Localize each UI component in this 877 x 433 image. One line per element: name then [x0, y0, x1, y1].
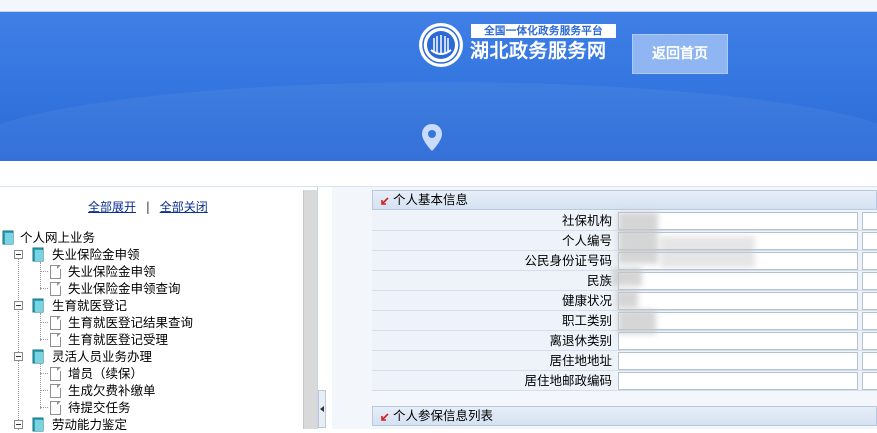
field-label: 个人编号 — [561, 233, 612, 248]
field-side-box — [862, 312, 877, 330]
collapse-toggle-icon[interactable] — [14, 420, 23, 429]
map-pin-icon — [422, 124, 442, 151]
tree-root-label: 个人网上业务 — [20, 230, 96, 245]
document-icon — [50, 367, 61, 381]
tree-item-label: 生成欠费补缴单 — [68, 383, 156, 398]
tree-item-label: 增员（续保） — [68, 366, 144, 381]
redaction-blur — [618, 310, 656, 334]
tree-group-unemployment[interactable]: 失业保险金申领 — [0, 246, 160, 263]
tree-item[interactable]: 生育就医登记受理 — [0, 331, 220, 348]
document-icon — [50, 316, 61, 330]
redaction-blur — [612, 268, 642, 286]
emblem-logo-icon — [419, 23, 463, 67]
field-side-box — [862, 272, 877, 290]
collapse-toggle-icon[interactable] — [14, 301, 23, 310]
field-side-box — [862, 292, 877, 310]
section-header-basic-info: 个人基本信息 — [372, 190, 877, 210]
field-label: 公民身份证号码 — [524, 253, 612, 268]
tree-item-label: 生育就医登记受理 — [68, 332, 169, 347]
document-icon — [50, 282, 61, 296]
tree-item[interactable]: 增员（续保） — [0, 365, 200, 382]
field-label: 社保机构 — [561, 213, 612, 228]
collapse-toggle-icon[interactable] — [14, 250, 23, 259]
field-label: 居住地邮政编码 — [524, 373, 612, 388]
tree-group-flexible-workers[interactable]: 灵活人员业务办理 — [0, 348, 180, 365]
folder-book-icon — [32, 247, 44, 262]
field-value-box[interactable] — [618, 292, 858, 310]
field-side-box — [862, 332, 877, 350]
sidebar-collapse-button[interactable] — [318, 390, 326, 428]
section-title: 个人参保信息列表 — [393, 408, 494, 423]
tree-item-label: 失业保险金申领查询 — [68, 281, 181, 296]
top-strip — [0, 0, 877, 12]
tree-root[interactable]: 个人网上业务 — [0, 229, 140, 246]
tree-group-label: 生育就医登记 — [52, 298, 128, 313]
tree-item[interactable]: 失业保险金申领 — [0, 263, 200, 280]
tree-item[interactable]: 生育就医登记结果查询 — [0, 314, 220, 331]
field-side-box — [862, 212, 877, 230]
folder-book-icon — [2, 230, 14, 245]
folder-book-icon — [32, 349, 44, 364]
tree-group-label: 灵活人员业务办理 — [52, 349, 153, 364]
field-label: 离退休类别 — [549, 333, 612, 348]
red-arrow-icon — [381, 413, 389, 421]
section-title: 个人基本信息 — [393, 192, 469, 207]
section-header-insured-list: 个人参保信息列表 — [372, 406, 877, 426]
tree-item[interactable]: 生成欠费补缴单 — [0, 382, 200, 399]
field-label: 民族 — [586, 273, 612, 288]
collapse-toggle-icon[interactable] — [14, 352, 23, 361]
expand-all-link[interactable]: 全部展开 — [88, 200, 136, 214]
field-value-box[interactable] — [618, 352, 858, 370]
tree-item-label: 失业保险金申领 — [68, 264, 156, 279]
document-icon — [50, 265, 61, 279]
field-side-box — [862, 352, 877, 370]
home-button[interactable]: 返回首页 — [632, 34, 728, 74]
banner-bottom-bar — [0, 161, 877, 187]
tree-item-label: 待提交任务 — [68, 400, 131, 415]
tree-group-maternity[interactable]: 生育就医登记 — [0, 297, 160, 314]
tree-group-label: 失业保险金申领 — [52, 247, 140, 262]
link-separator: | — [145, 200, 150, 214]
field-label: 职工类别 — [561, 313, 612, 328]
form-row: 居住地邮政编码 — [372, 371, 877, 391]
tree-group-work-ability[interactable]: 劳动能力鉴定 — [0, 416, 180, 433]
tree-group-label: 劳动能力鉴定 — [52, 417, 128, 432]
platform-label: 全国一体化政务服务平台 — [471, 24, 616, 38]
field-value-box[interactable] — [618, 332, 858, 350]
document-icon — [50, 333, 61, 347]
redaction-blur — [618, 212, 658, 264]
redaction-blur — [616, 290, 638, 308]
sidebar-scrollbar[interactable] — [303, 190, 317, 429]
folder-book-icon — [32, 417, 44, 432]
field-side-box — [862, 372, 877, 390]
site-name: 湖北政务服务网 — [470, 40, 607, 62]
tree-expand-links: 全部展开 | 全部关闭 — [88, 198, 208, 215]
form-row: 离退休类别 — [372, 331, 877, 351]
form-row: 居住地地址 — [372, 351, 877, 371]
collapse-all-link[interactable]: 全部关闭 — [160, 200, 208, 214]
field-side-box — [862, 232, 877, 250]
redaction-blur — [660, 236, 755, 268]
tree-item[interactable]: 待提交任务 — [0, 399, 200, 416]
document-icon — [50, 401, 61, 415]
tree-item-label: 生育就医登记结果查询 — [68, 315, 194, 330]
document-icon — [50, 384, 61, 398]
field-value-box[interactable] — [618, 272, 858, 290]
field-value-box[interactable] — [618, 372, 858, 390]
field-label: 居住地地址 — [549, 353, 612, 368]
tree-item[interactable]: 失业保险金申领查询 — [0, 280, 200, 297]
field-side-box — [862, 252, 877, 270]
red-arrow-icon — [381, 197, 389, 205]
folder-book-icon — [32, 298, 44, 313]
field-label: 健康状况 — [561, 293, 612, 308]
